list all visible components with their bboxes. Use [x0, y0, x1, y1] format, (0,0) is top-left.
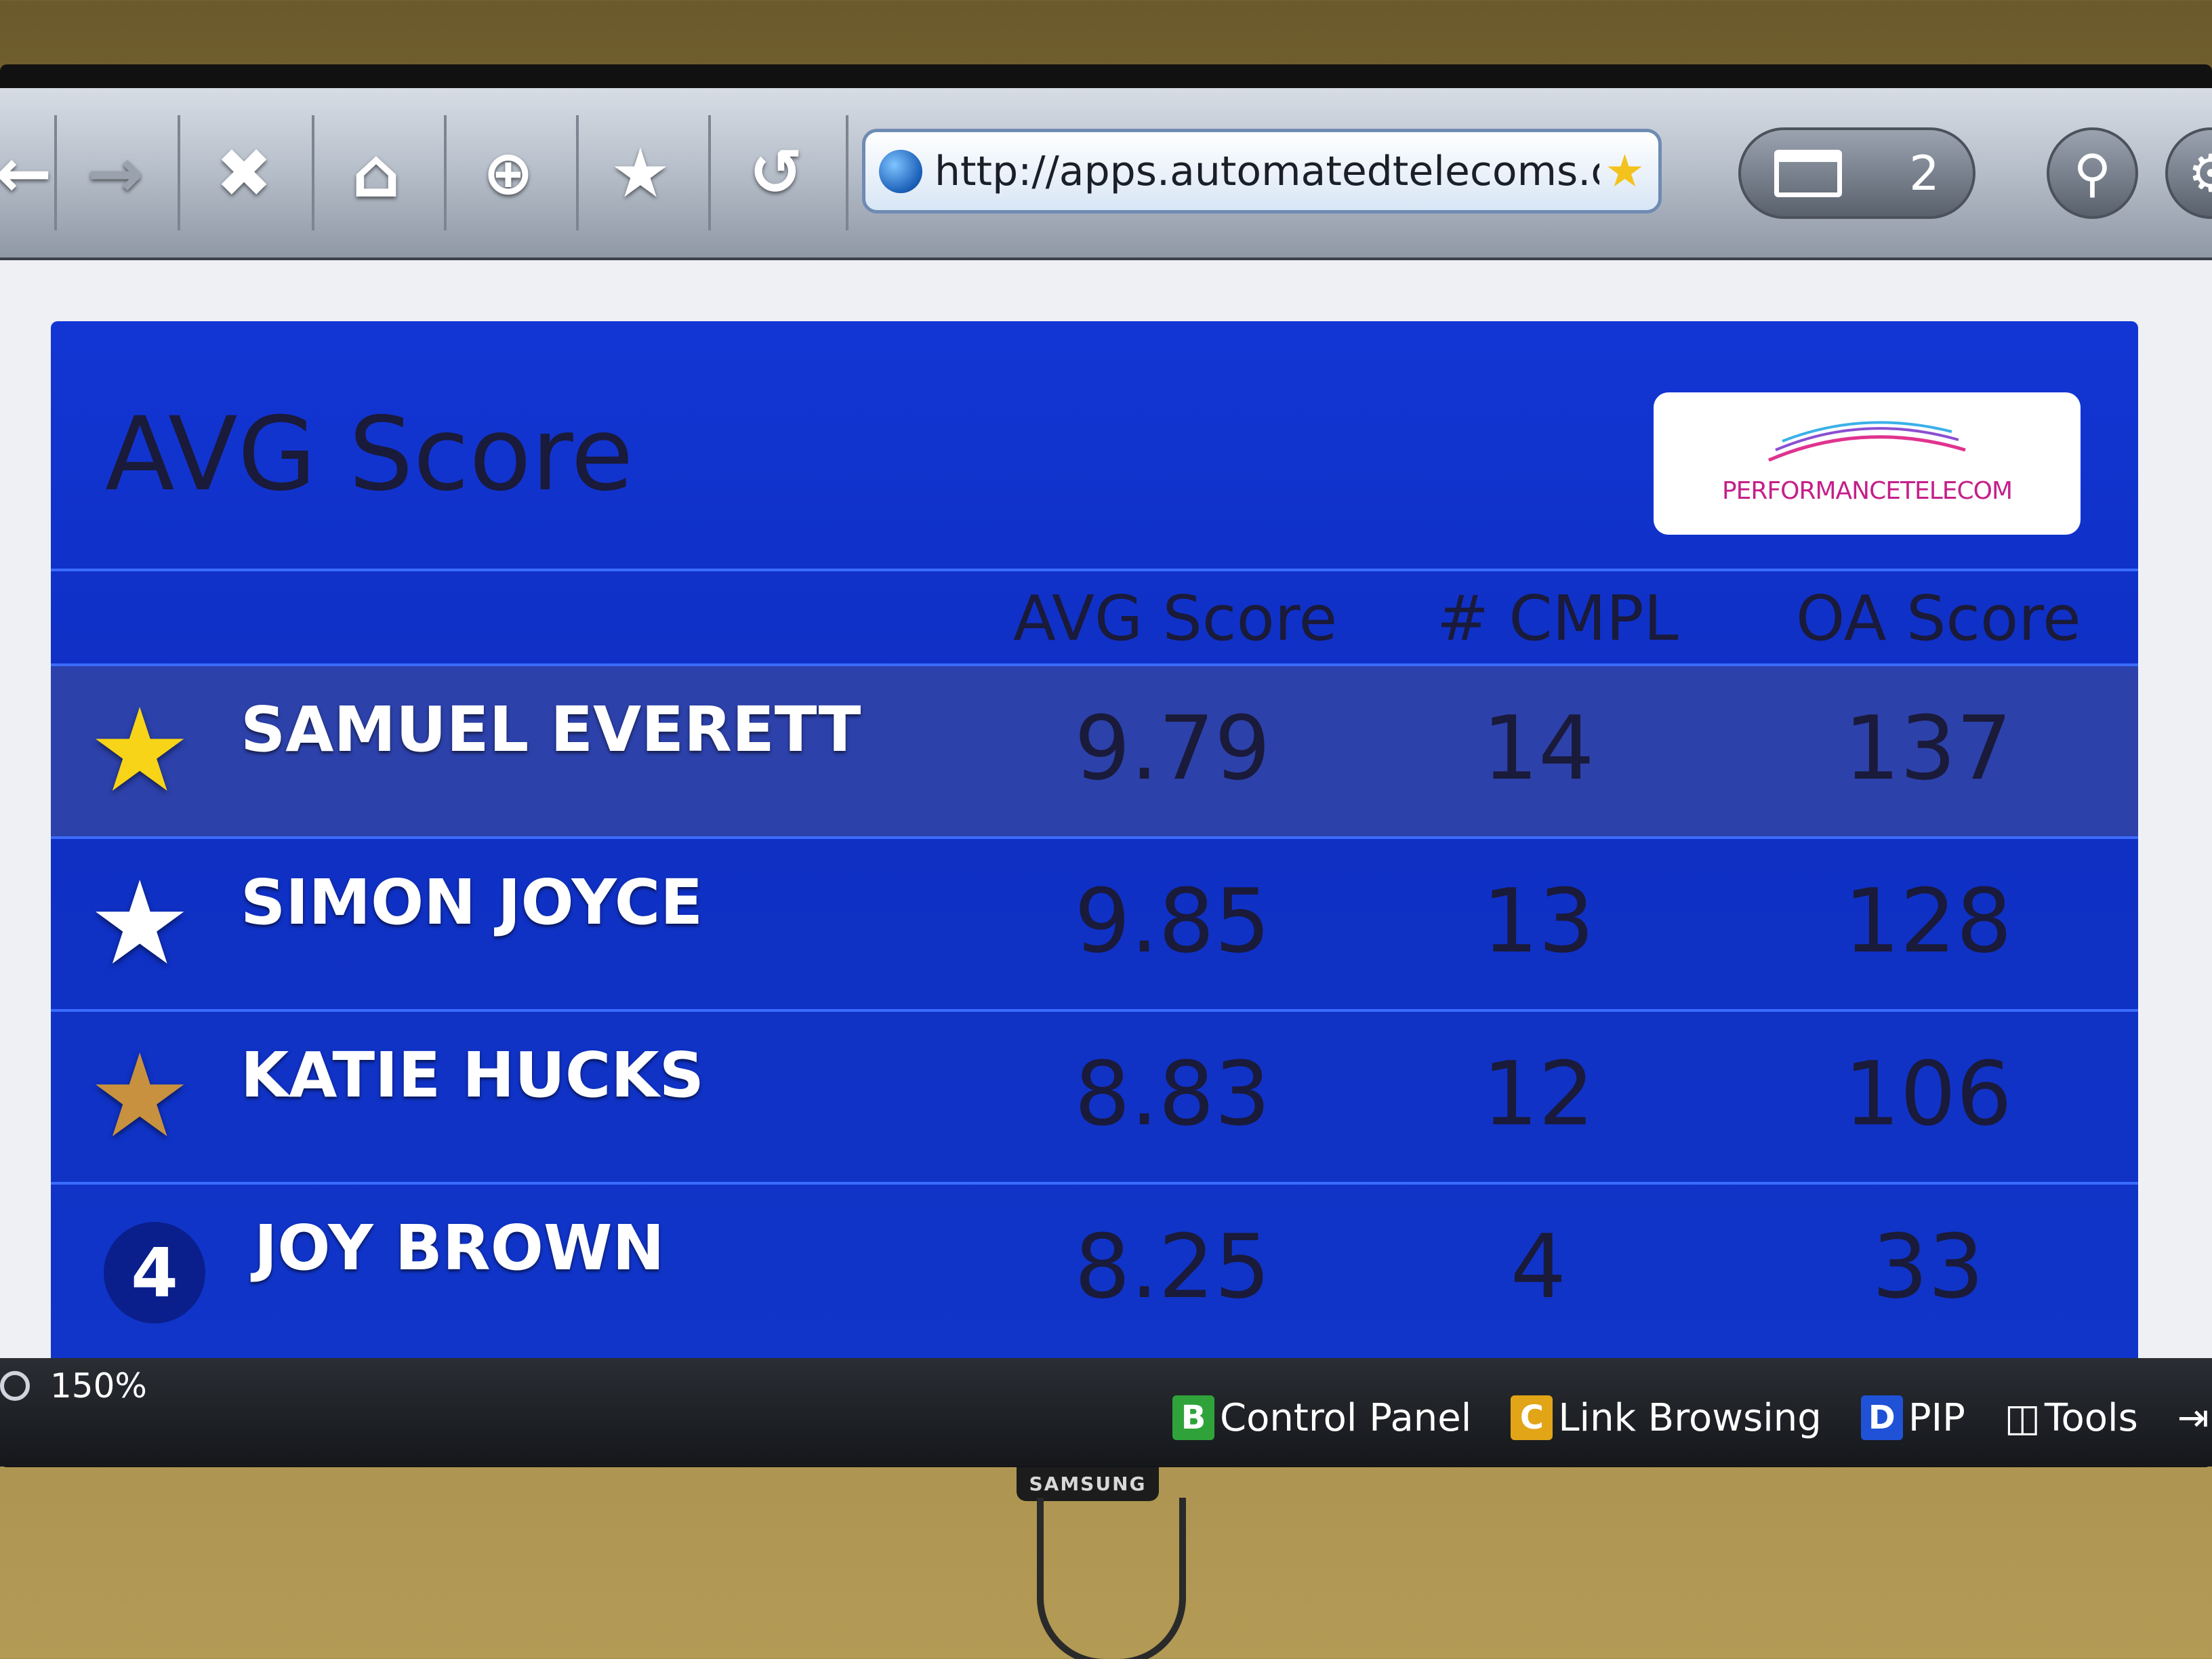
toolbar-divider [312, 115, 314, 230]
agent-name: SAMUEL EVERETT [241, 693, 861, 766]
header-divider [51, 569, 2138, 571]
hint-label: Tools [2044, 1395, 2138, 1440]
favorite-star-icon[interactable]: ★ [1605, 145, 1645, 197]
avg-score-value: 9.79 [1074, 697, 1271, 800]
table-row: 4 JOY BROWN 8.25 4 33 [51, 1182, 2138, 1355]
forward-icon[interactable]: → [64, 122, 166, 224]
hint-pip[interactable]: D PIP [1860, 1395, 1965, 1440]
col-header-oa-score: OA Score [1796, 582, 2081, 655]
col-header-cmpl: # CMPL [1437, 582, 1679, 655]
exit-icon: ⇥ [2177, 1395, 2209, 1440]
toolbar-divider [576, 115, 579, 230]
power-cable [1037, 1498, 1186, 1659]
toolbar-divider [444, 115, 447, 230]
zoom-icon[interactable]: ⊕ [457, 122, 559, 224]
blue-d-key: D [1860, 1395, 1903, 1440]
home-icon[interactable]: ⌂ [325, 122, 427, 224]
hint-control-panel[interactable]: B Control Panel [1172, 1395, 1471, 1440]
logo-swoosh [1768, 421, 1966, 462]
page-title: AVG Score [105, 396, 634, 514]
oa-score-value: 128 [1843, 869, 2013, 972]
col-header-avg-score: AVG Score [1013, 582, 1338, 655]
zoom-indicator: 150% [0, 1366, 147, 1406]
hint-label: Link Browsing [1558, 1395, 1822, 1440]
toolbar-divider [846, 115, 848, 230]
cmpl-value: 4 [1510, 1215, 1567, 1318]
toolbar-divider [708, 115, 711, 230]
agent-name: KATIE HUCKS [241, 1039, 704, 1111]
hint-label: PIP [1908, 1395, 1965, 1440]
oa-score-value: 106 [1843, 1042, 2013, 1145]
tab-count: 2 [1909, 145, 1940, 201]
page-content: AVG Score PERFORMANCETELECOM AVG Score #… [0, 260, 2212, 1358]
zoom-level: 150% [50, 1366, 147, 1406]
company-logo: PERFORMANCETELECOM [1654, 392, 2081, 535]
yellow-c-key: C [1511, 1395, 1553, 1440]
tv-brand-logo: SAMSUNG [1017, 1467, 1159, 1501]
browser-toolbar: ← → ✖ ⌂ ⊕ ★ ↺ http://apps.automatedtelec… [0, 88, 2212, 260]
hint-link-browsing[interactable]: C Link Browsing [1511, 1395, 1822, 1440]
cmpl-value: 14 [1482, 697, 1595, 800]
green-b-key: B [1172, 1395, 1214, 1440]
tabs-button[interactable]: 2 [1738, 127, 1975, 219]
search-icon: ⚲ [2073, 143, 2112, 203]
hint-exit[interactable]: ⇥ [2177, 1396, 2209, 1440]
gold-star-icon: ★ [88, 684, 192, 818]
table-row: ★ SIMON JOYCE 9.85 13 128 [51, 836, 2138, 1009]
rank-badge: 4 [104, 1222, 205, 1324]
tools-icon: ◫ [2004, 1395, 2041, 1440]
url-bar[interactable]: http://apps.automatedtelecoms.com... ★ [862, 129, 1662, 213]
avg-score-value: 8.25 [1074, 1215, 1271, 1318]
oa-score-value: 137 [1843, 697, 2013, 800]
table-row: ★ SAMUEL EVERETT 9.79 14 137 [51, 663, 2138, 836]
window-icon [1774, 149, 1843, 197]
avg-score-value: 9.85 [1074, 869, 1271, 972]
cmpl-value: 12 [1482, 1042, 1595, 1145]
back-icon[interactable]: ← [0, 122, 75, 224]
settings-button[interactable]: ⚙ [2165, 127, 2212, 219]
hint-label: Control Panel [1220, 1395, 1472, 1440]
toolbar-divider [54, 115, 57, 230]
table-row: ★ KATIE HUCKS 8.83 12 106 [51, 1009, 2138, 1182]
search-button[interactable]: ⚲ [2047, 127, 2138, 219]
leaderboard: AVG Score PERFORMANCETELECOM AVG Score #… [51, 321, 2138, 1358]
oa-score-value: 33 [1872, 1215, 1984, 1318]
remote-hints: B Control Panel C Link Browsing D PIP ◫ … [1172, 1395, 2212, 1440]
history-icon[interactable]: ↺ [725, 122, 827, 224]
agent-name: SIMON JOYCE [241, 866, 703, 939]
cmpl-value: 13 [1482, 869, 1595, 972]
status-bar: 150% B Control Panel C Link Browsing D P… [0, 1358, 2212, 1467]
silver-star-icon: ★ [88, 857, 192, 991]
bronze-star-icon: ★ [88, 1029, 192, 1164]
stop-icon[interactable]: ✖ [193, 122, 295, 224]
toolbar-divider [178, 115, 180, 230]
url-text: http://apps.automatedtelecoms.com... [935, 147, 1599, 195]
logo-text: PERFORMANCETELECOM [1721, 477, 2013, 505]
agent-name: JOY BROWN [254, 1212, 665, 1284]
globe-icon [879, 149, 922, 193]
magnifier-icon [0, 1371, 30, 1401]
gear-icon: ⚙ [2188, 143, 2212, 203]
avg-score-value: 8.83 [1074, 1042, 1271, 1145]
hint-tools[interactable]: ◫ Tools [2005, 1396, 2138, 1440]
bookmark-star-icon[interactable]: ★ [590, 122, 691, 224]
